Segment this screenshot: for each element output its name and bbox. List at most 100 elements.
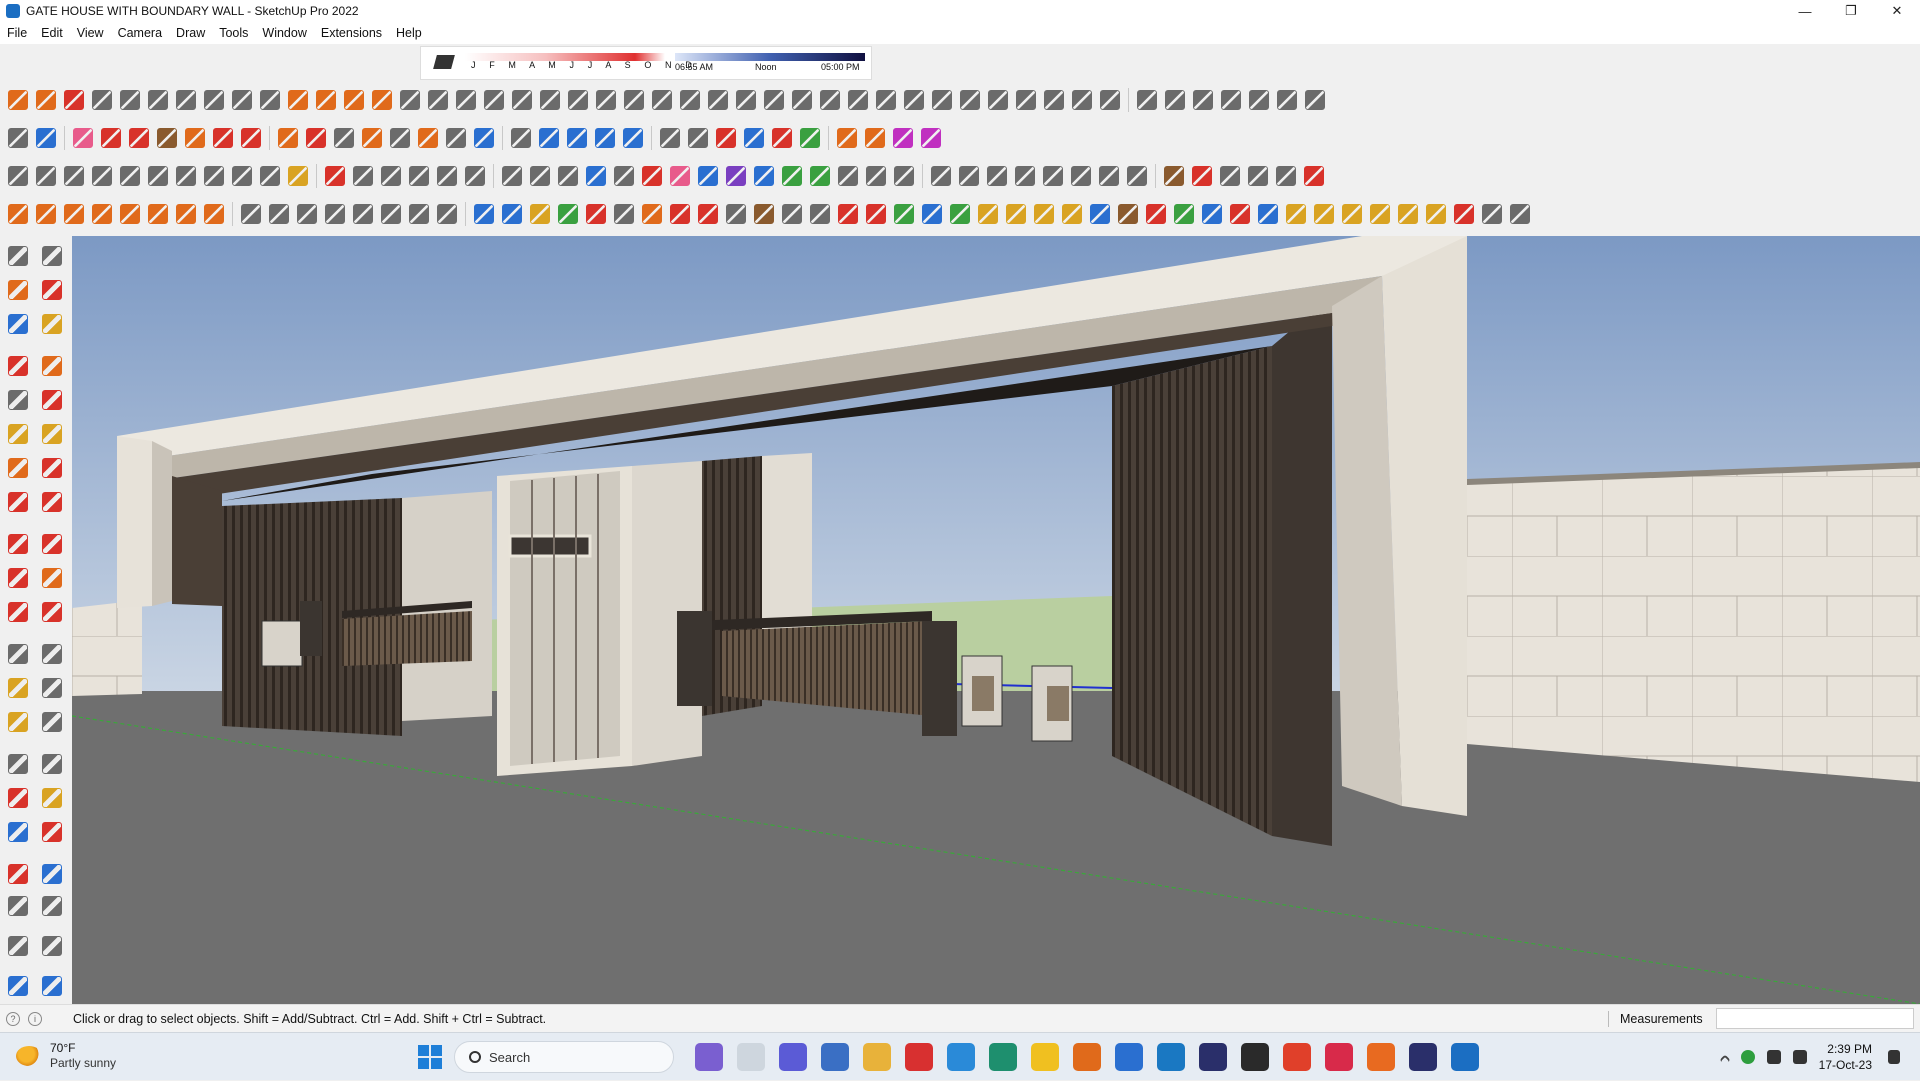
row4-tool-button-21[interactable]: [610, 200, 638, 228]
row1-tool-button-7[interactable]: [200, 86, 228, 114]
row2-tool-button-16[interactable]: [470, 124, 498, 152]
row1-tool-button-40[interactable]: [1133, 86, 1161, 114]
row1-tool-button-0[interactable]: [4, 86, 32, 114]
row1-tool-button-31[interactable]: [872, 86, 900, 114]
row3-tool-button-2[interactable]: [60, 162, 88, 190]
taskbar-app-icon-15[interactable]: [1325, 1043, 1353, 1071]
row1-tool-button-42[interactable]: [1189, 86, 1217, 114]
row3-tool-button-40[interactable]: [1160, 162, 1188, 190]
row3-tool-button-45[interactable]: [1300, 162, 1328, 190]
model-viewport[interactable]: [72, 236, 1920, 1004]
large-tool-button-1[interactable]: [38, 242, 66, 270]
row3-tool-button-5[interactable]: [144, 162, 172, 190]
row3-tool-button-3[interactable]: [88, 162, 116, 190]
menu-window[interactable]: Window: [262, 26, 306, 40]
row4-tool-button-43[interactable]: [1226, 200, 1254, 228]
taskbar-search[interactable]: Search: [454, 1041, 674, 1073]
row4-tool-button-42[interactable]: [1198, 200, 1226, 228]
row3-tool-button-0[interactable]: [4, 162, 32, 190]
row1-tool-button-16[interactable]: [452, 86, 480, 114]
row1-tool-button-12[interactable]: [340, 86, 368, 114]
row4-tool-button-40[interactable]: [1142, 200, 1170, 228]
notification-bell-icon[interactable]: [1888, 1050, 1900, 1064]
row3-tool-button-21[interactable]: [610, 162, 638, 190]
row4-tool-button-39[interactable]: [1114, 200, 1142, 228]
taskbar-app-icon-8[interactable]: [1031, 1043, 1059, 1071]
large-tool-button-33[interactable]: [38, 818, 66, 846]
row4-tool-button-31[interactable]: [890, 200, 918, 228]
row4-tool-button-51[interactable]: [1450, 200, 1478, 228]
row1-tool-button-4[interactable]: [116, 86, 144, 114]
large-tool-button-15[interactable]: [38, 488, 66, 516]
row2-tool-button-4[interactable]: [125, 124, 153, 152]
large-tool-button-19[interactable]: [38, 564, 66, 592]
measurements-input[interactable]: [1716, 1008, 1914, 1029]
row4-tool-button-15[interactable]: [433, 200, 461, 228]
row4-tool-button-16[interactable]: [470, 200, 498, 228]
menu-help[interactable]: Help: [396, 26, 422, 40]
row4-tool-button-19[interactable]: [554, 200, 582, 228]
large-tool-button-27[interactable]: [38, 708, 66, 736]
row1-tool-button-18[interactable]: [508, 86, 536, 114]
row2-tool-button-20[interactable]: [591, 124, 619, 152]
large-tool-button-18[interactable]: [4, 564, 32, 592]
taskbar-app-icon-18[interactable]: [1451, 1043, 1479, 1071]
row2-tool-button-6[interactable]: [181, 124, 209, 152]
info-icon[interactable]: i: [28, 1011, 42, 1026]
row3-tool-button-11[interactable]: [321, 162, 349, 190]
row4-tool-button-17[interactable]: [498, 200, 526, 228]
row4-tool-button-0[interactable]: [4, 200, 32, 228]
row1-tool-button-36[interactable]: [1012, 86, 1040, 114]
row4-tool-button-38[interactable]: [1086, 200, 1114, 228]
menu-tools[interactable]: Tools: [219, 26, 248, 40]
row3-tool-button-27[interactable]: [778, 162, 806, 190]
row2-tool-button-2[interactable]: [69, 124, 97, 152]
row3-tool-button-17[interactable]: [498, 162, 526, 190]
row2-tool-button-13[interactable]: [386, 124, 414, 152]
row1-tool-button-35[interactable]: [984, 86, 1012, 114]
large-tool-button-28[interactable]: [4, 750, 32, 778]
row3-tool-button-42[interactable]: [1216, 162, 1244, 190]
windows-start-icon[interactable]: [418, 1045, 442, 1069]
row1-tool-button-10[interactable]: [284, 86, 312, 114]
row3-tool-button-8[interactable]: [228, 162, 256, 190]
large-tool-button-37[interactable]: [38, 892, 66, 920]
row3-tool-button-36[interactable]: [1039, 162, 1067, 190]
row3-tool-button-15[interactable]: [433, 162, 461, 190]
large-tool-button-32[interactable]: [4, 818, 32, 846]
row2-tool-button-28[interactable]: [833, 124, 861, 152]
row2-tool-button-12[interactable]: [358, 124, 386, 152]
row1-tool-button-13[interactable]: [368, 86, 396, 114]
row3-tool-button-28[interactable]: [806, 162, 834, 190]
row3-tool-button-29[interactable]: [834, 162, 862, 190]
weather-widget[interactable]: 70°F Partly sunny: [16, 1041, 116, 1071]
large-tool-button-9[interactable]: [38, 386, 66, 414]
row4-tool-button-10[interactable]: [293, 200, 321, 228]
row4-tool-button-27[interactable]: [778, 200, 806, 228]
large-tool-button-36[interactable]: [4, 892, 32, 920]
large-tool-button-25[interactable]: [38, 674, 66, 702]
taskbar-app-icon-3[interactable]: [821, 1043, 849, 1071]
row4-tool-button-25[interactable]: [722, 200, 750, 228]
row4-tool-button-11[interactable]: [321, 200, 349, 228]
row4-tool-button-4[interactable]: [116, 200, 144, 228]
row1-tool-button-1[interactable]: [32, 86, 60, 114]
row2-tool-button-11[interactable]: [330, 124, 358, 152]
row4-tool-button-5[interactable]: [144, 200, 172, 228]
row4-tool-button-48[interactable]: [1366, 200, 1394, 228]
row1-tool-button-2[interactable]: [60, 86, 88, 114]
row1-tool-button-6[interactable]: [172, 86, 200, 114]
row4-tool-button-53[interactable]: [1506, 200, 1534, 228]
row2-tool-button-14[interactable]: [414, 124, 442, 152]
row3-tool-button-37[interactable]: [1067, 162, 1095, 190]
row4-tool-button-49[interactable]: [1394, 200, 1422, 228]
row2-tool-button-1[interactable]: [32, 124, 60, 152]
menu-view[interactable]: View: [77, 26, 104, 40]
row4-tool-button-23[interactable]: [666, 200, 694, 228]
row1-tool-button-25[interactable]: [704, 86, 732, 114]
large-tool-button-2[interactable]: [4, 276, 32, 304]
row1-tool-button-17[interactable]: [480, 86, 508, 114]
row1-tool-button-22[interactable]: [620, 86, 648, 114]
row2-tool-button-9[interactable]: [274, 124, 302, 152]
row1-tool-button-26[interactable]: [732, 86, 760, 114]
